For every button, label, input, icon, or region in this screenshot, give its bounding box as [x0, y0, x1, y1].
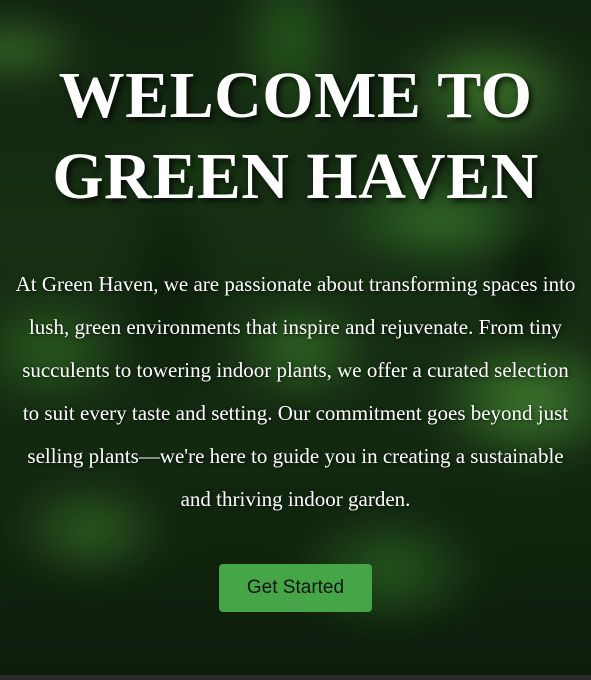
hero-title: WELCOME TO GREEN HAVEN: [52, 59, 539, 213]
hero-section: WELCOME TO GREEN HAVEN At Green Haven, w…: [0, 0, 591, 680]
bottom-edge: [0, 675, 591, 680]
hero-description: At Green Haven, we are passionate about …: [15, 272, 576, 511]
hero-content: WELCOME TO GREEN HAVEN At Green Haven, w…: [0, 55, 591, 612]
get-started-button[interactable]: Get Started: [219, 564, 372, 612]
